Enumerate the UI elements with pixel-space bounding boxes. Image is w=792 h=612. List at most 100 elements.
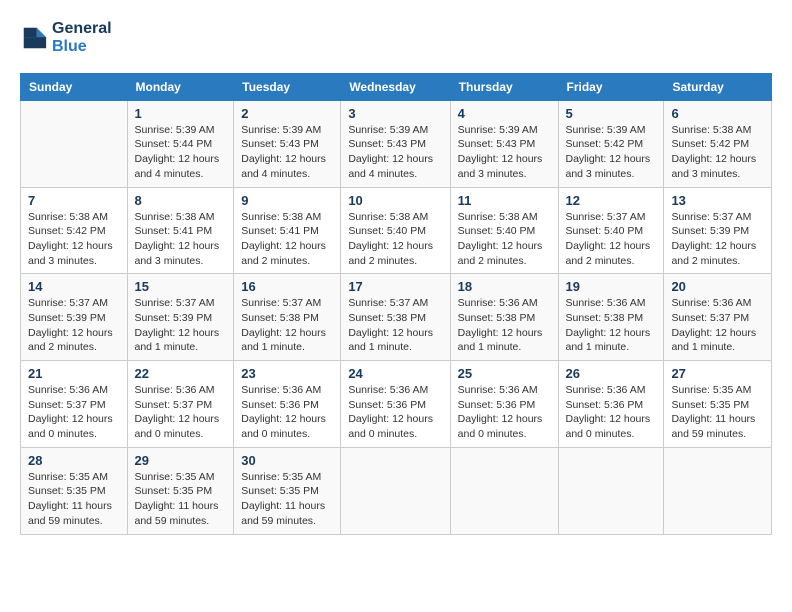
col-header-wednesday: Wednesday — [341, 73, 450, 100]
week-row-2: 7 Sunrise: 5:38 AM Sunset: 5:42 PM Daylig… — [21, 187, 772, 274]
calendar-cell: 12 Sunrise: 5:37 AM Sunset: 5:40 PM Dayli… — [558, 187, 664, 274]
calendar-cell: 20 Sunrise: 5:36 AM Sunset: 5:37 PM Dayli… — [664, 274, 772, 361]
calendar-cell: 4 Sunrise: 5:39 AM Sunset: 5:43 PM Daylig… — [450, 100, 558, 187]
day-info: Sunrise: 5:35 AM Sunset: 5:35 PM Dayligh… — [671, 383, 764, 442]
day-info: Sunrise: 5:38 AM Sunset: 5:42 PM Dayligh… — [671, 123, 764, 182]
calendar-cell: 24 Sunrise: 5:36 AM Sunset: 5:36 PM Dayli… — [341, 361, 450, 448]
day-number: 22 — [135, 366, 227, 381]
day-info: Sunrise: 5:39 AM Sunset: 5:43 PM Dayligh… — [458, 123, 551, 182]
calendar-cell: 7 Sunrise: 5:38 AM Sunset: 5:42 PM Daylig… — [21, 187, 128, 274]
day-info: Sunrise: 5:36 AM Sunset: 5:36 PM Dayligh… — [241, 383, 333, 442]
calendar-cell: 8Sunrise: 5:38 AM Sunset: 5:41 PM Daylig… — [127, 187, 234, 274]
day-info: Sunrise: 5:38 AM Sunset: 5:42 PM Dayligh… — [28, 210, 120, 269]
day-number: 27 — [671, 366, 764, 381]
calendar-cell — [664, 447, 772, 534]
day-number: 30 — [241, 453, 333, 468]
day-info: Sunrise: 5:36 AM Sunset: 5:37 PM Dayligh… — [135, 383, 227, 442]
col-header-tuesday: Tuesday — [234, 73, 341, 100]
day-number: 29 — [135, 453, 227, 468]
calendar-cell — [558, 447, 664, 534]
calendar-cell: 16 Sunrise: 5:37 AM Sunset: 5:38 PM Dayli… — [234, 274, 341, 361]
calendar-cell: 28 Sunrise: 5:35 AM Sunset: 5:35 PM Dayli… — [21, 447, 128, 534]
day-number: 13 — [671, 193, 764, 208]
day-number: 20 — [671, 279, 764, 294]
day-info: Sunrise: 5:36 AM Sunset: 5:36 PM Dayligh… — [458, 383, 551, 442]
calendar-cell: 11Sunrise: 5:38 AM Sunset: 5:40 PM Dayli… — [450, 187, 558, 274]
day-number: 26 — [566, 366, 657, 381]
calendar-cell: 3Sunrise: 5:39 AM Sunset: 5:43 PM Daylig… — [341, 100, 450, 187]
day-info: Sunrise: 5:35 AM Sunset: 5:35 PM Dayligh… — [241, 470, 333, 529]
day-info: Sunrise: 5:39 AM Sunset: 5:44 PM Dayligh… — [135, 123, 227, 182]
calendar-cell: 19 Sunrise: 5:36 AM Sunset: 5:38 PM Dayli… — [558, 274, 664, 361]
day-number: 12 — [566, 193, 657, 208]
day-info: Sunrise: 5:37 AM Sunset: 5:38 PM Dayligh… — [348, 296, 442, 355]
day-number: 16 — [241, 279, 333, 294]
day-info: Sunrise: 5:36 AM Sunset: 5:38 PM Dayligh… — [566, 296, 657, 355]
calendar-cell — [450, 447, 558, 534]
calendar-cell: 23 Sunrise: 5:36 AM Sunset: 5:36 PM Dayli… — [234, 361, 341, 448]
day-info: Sunrise: 5:36 AM Sunset: 5:38 PM Dayligh… — [458, 296, 551, 355]
day-number: 19 — [566, 279, 657, 294]
calendar-cell: 30 Sunrise: 5:35 AM Sunset: 5:35 PM Dayli… — [234, 447, 341, 534]
logo-text: GeneralBlue — [52, 20, 112, 57]
day-number: 2 — [241, 106, 333, 121]
col-header-friday: Friday — [558, 73, 664, 100]
logo-icon — [20, 24, 48, 52]
calendar-cell: 15 Sunrise: 5:37 AM Sunset: 5:39 PM Dayli… — [127, 274, 234, 361]
day-info: Sunrise: 5:37 AM Sunset: 5:39 PM Dayligh… — [671, 210, 764, 269]
calendar-cell: 6 Sunrise: 5:38 AM Sunset: 5:42 PM Daylig… — [664, 100, 772, 187]
day-info: Sunrise: 5:38 AM Sunset: 5:40 PM Dayligh… — [348, 210, 442, 269]
calendar-cell: 22 Sunrise: 5:36 AM Sunset: 5:37 PM Dayli… — [127, 361, 234, 448]
day-number: 23 — [241, 366, 333, 381]
calendar-cell: 26Sunrise: 5:36 AM Sunset: 5:36 PM Dayli… — [558, 361, 664, 448]
day-info: Sunrise: 5:38 AM Sunset: 5:41 PM Dayligh… — [135, 210, 227, 269]
calendar-cell: 13 Sunrise: 5:37 AM Sunset: 5:39 PM Dayli… — [664, 187, 772, 274]
calendar-cell: 27 Sunrise: 5:35 AM Sunset: 5:35 PM Dayli… — [664, 361, 772, 448]
day-info: Sunrise: 5:38 AM Sunset: 5:41 PM Dayligh… — [241, 210, 333, 269]
calendar-header-row: SundayMondayTuesdayWednesdayThursdayFrid… — [21, 73, 772, 100]
day-number: 1 — [135, 106, 227, 121]
week-row-5: 28 Sunrise: 5:35 AM Sunset: 5:35 PM Dayli… — [21, 447, 772, 534]
week-row-1: 1 Sunrise: 5:39 AM Sunset: 5:44 PM Daylig… — [21, 100, 772, 187]
week-row-3: 14Sunrise: 5:37 AM Sunset: 5:39 PM Dayli… — [21, 274, 772, 361]
day-number: 4 — [458, 106, 551, 121]
day-info: Sunrise: 5:36 AM Sunset: 5:36 PM Dayligh… — [348, 383, 442, 442]
day-info: Sunrise: 5:39 AM Sunset: 5:43 PM Dayligh… — [241, 123, 333, 182]
day-info: Sunrise: 5:37 AM Sunset: 5:40 PM Dayligh… — [566, 210, 657, 269]
day-number: 28 — [28, 453, 120, 468]
col-header-thursday: Thursday — [450, 73, 558, 100]
day-info: Sunrise: 5:37 AM Sunset: 5:39 PM Dayligh… — [135, 296, 227, 355]
day-info: Sunrise: 5:39 AM Sunset: 5:43 PM Dayligh… — [348, 123, 442, 182]
day-info: Sunrise: 5:39 AM Sunset: 5:42 PM Dayligh… — [566, 123, 657, 182]
logo: GeneralBlue — [20, 20, 112, 57]
day-number: 10 — [348, 193, 442, 208]
calendar-cell: 25 Sunrise: 5:36 AM Sunset: 5:36 PM Dayli… — [450, 361, 558, 448]
day-info: Sunrise: 5:36 AM Sunset: 5:37 PM Dayligh… — [671, 296, 764, 355]
day-number: 25 — [458, 366, 551, 381]
day-info: Sunrise: 5:37 AM Sunset: 5:38 PM Dayligh… — [241, 296, 333, 355]
calendar-table: SundayMondayTuesdayWednesdayThursdayFrid… — [20, 73, 772, 535]
calendar-cell: 29Sunrise: 5:35 AM Sunset: 5:35 PM Dayli… — [127, 447, 234, 534]
day-number: 17 — [348, 279, 442, 294]
day-number: 7 — [28, 193, 120, 208]
day-number: 24 — [348, 366, 442, 381]
day-number: 18 — [458, 279, 551, 294]
calendar-cell: 18 Sunrise: 5:36 AM Sunset: 5:38 PM Dayli… — [450, 274, 558, 361]
calendar-cell — [21, 100, 128, 187]
calendar-cell: 21Sunrise: 5:36 AM Sunset: 5:37 PM Dayli… — [21, 361, 128, 448]
day-number: 11 — [458, 193, 551, 208]
col-header-saturday: Saturday — [664, 73, 772, 100]
day-number: 6 — [671, 106, 764, 121]
col-header-monday: Monday — [127, 73, 234, 100]
col-header-sunday: Sunday — [21, 73, 128, 100]
calendar-cell: 10 Sunrise: 5:38 AM Sunset: 5:40 PM Dayli… — [341, 187, 450, 274]
day-info: Sunrise: 5:37 AM Sunset: 5:39 PM Dayligh… — [28, 296, 120, 355]
calendar-cell: 5 Sunrise: 5:39 AM Sunset: 5:42 PM Daylig… — [558, 100, 664, 187]
day-number: 9 — [241, 193, 333, 208]
calendar-cell — [341, 447, 450, 534]
day-info: Sunrise: 5:35 AM Sunset: 5:35 PM Dayligh… — [28, 470, 120, 529]
day-number: 5 — [566, 106, 657, 121]
page-header: GeneralBlue — [20, 20, 772, 57]
day-number: 15 — [135, 279, 227, 294]
calendar-cell: 9 Sunrise: 5:38 AM Sunset: 5:41 PM Daylig… — [234, 187, 341, 274]
